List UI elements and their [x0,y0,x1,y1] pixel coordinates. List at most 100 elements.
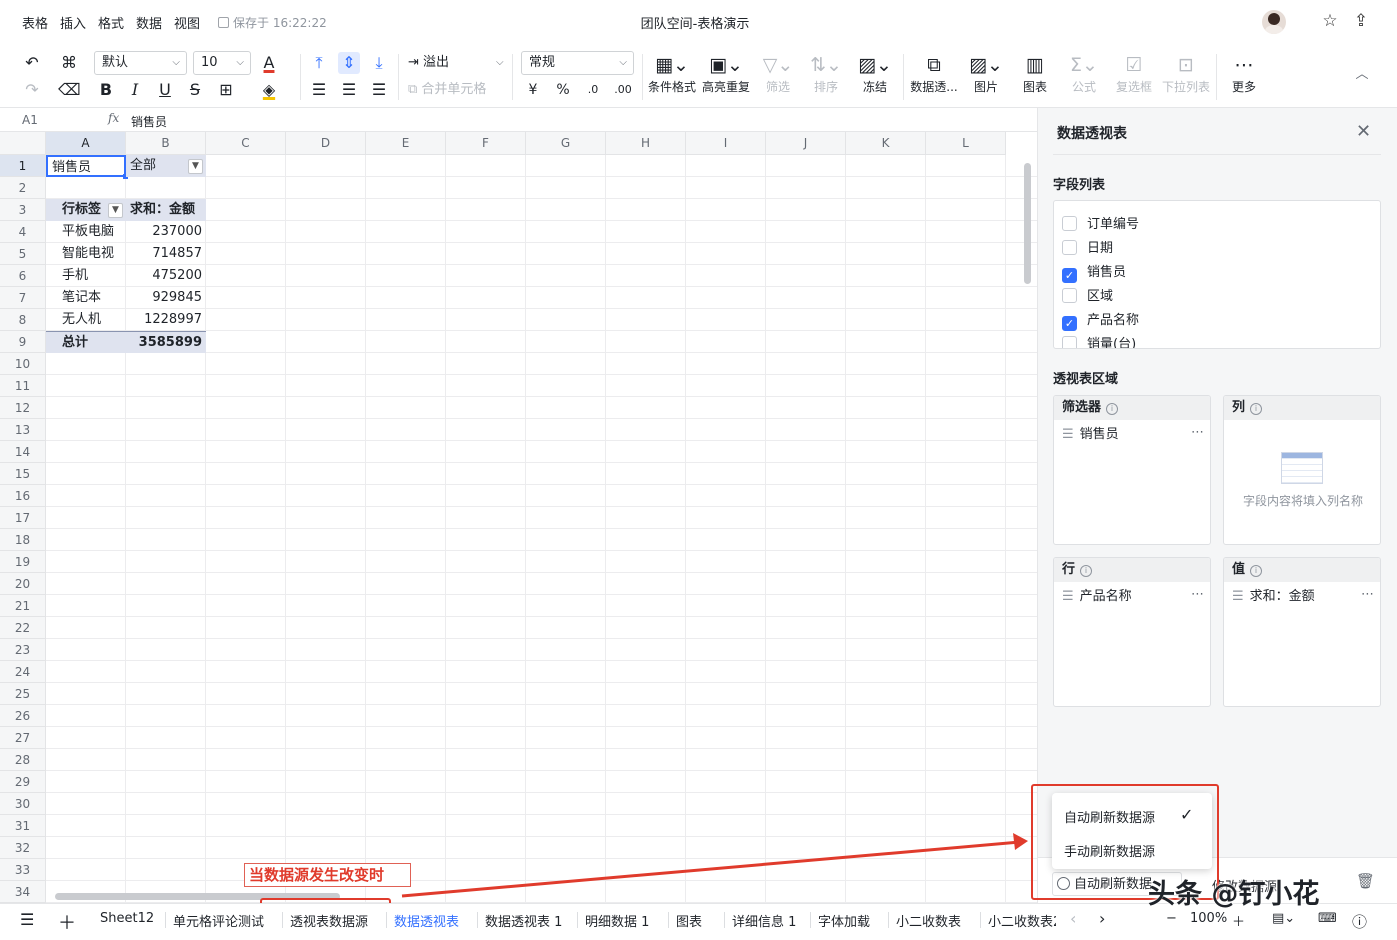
pivot-row-label[interactable]: 手机 [46,265,126,287]
cell-reference[interactable]: A1 [22,113,38,127]
row-header[interactable]: 7 [0,287,46,309]
pivot-row-label[interactable]: 智能电视 [46,243,126,265]
wrap-select[interactable]: ⇥ 溢出 [408,53,449,73]
field-item[interactable]: ✓ 产品名称 [1062,311,1139,331]
keyboard-icon[interactable]: ⌨ [1318,911,1337,926]
align-middle-icon[interactable]: ⇕ [338,52,360,74]
column-header[interactable]: E [366,132,446,155]
sheet-list-icon[interactable]: ☰ [20,910,34,929]
align-right-icon[interactable]: ☰ [368,79,390,101]
row-header[interactable]: 10 [0,353,46,375]
field-item[interactable]: 日期 [1062,239,1113,259]
sheet-tab[interactable]: 数据透视表 [394,911,459,930]
info-icon[interactable]: i [1250,565,1263,577]
row-header[interactable]: 28 [0,749,46,771]
freeze-button[interactable]: ▨⌄ 冻结 [847,52,903,96]
row-header[interactable]: 3 [0,199,46,221]
italic-icon[interactable]: I [124,79,146,101]
zoom-out-icon[interactable]: − [1166,911,1177,926]
tab-prev-icon[interactable]: ‹ [1070,909,1076,928]
more-icon[interactable]: ⋯ [1191,586,1204,604]
sheet-tab[interactable]: Sheet12 [100,911,154,926]
close-icon[interactable]: ✕ [1356,121,1371,142]
conditional-format-button[interactable]: ▦⌄ 条件格式 [644,52,700,96]
row-header[interactable]: 29 [0,771,46,793]
share-icon[interactable]: ⇪ [1351,11,1371,31]
field-checkbox[interactable] [1062,240,1077,255]
pivot-row-value[interactable]: 1228997 [126,309,206,331]
row-header[interactable]: 20 [0,573,46,595]
column-header[interactable]: I [686,132,766,155]
sheet-tab[interactable]: 单元格评论测试 [173,911,264,930]
field-item[interactable]: 区域 [1062,287,1113,307]
field-checkbox[interactable] [1062,216,1077,231]
column-header[interactable]: D [286,132,366,155]
column-header[interactable]: A [46,132,126,155]
align-top-icon[interactable]: ⤒ [308,52,330,74]
zoom-in-icon[interactable]: ＋ [1232,911,1245,930]
row-header[interactable]: 5 [0,243,46,265]
row-header[interactable]: 33 [0,859,46,881]
star-icon[interactable]: ☆ [1320,11,1340,31]
help-icon[interactable]: ⓘ [1352,911,1367,932]
select-all-corner[interactable] [0,132,46,155]
collapse-icon[interactable]: ︿ [1351,64,1373,86]
field-item[interactable]: ✓ 销售员 [1062,263,1126,283]
drag-handle-icon[interactable]: ☰ [1232,589,1244,604]
strikethrough-icon[interactable]: S [184,79,206,101]
image-button[interactable]: ▨⌄ 图片 [958,52,1014,96]
row-header[interactable]: 4 [0,221,46,243]
column-header[interactable]: L [926,132,1006,155]
sheet-tab[interactable]: 小二收数表 [896,911,961,930]
drag-handle-icon[interactable]: ☰ [1062,427,1074,442]
value-header[interactable]: 求和：金额 [126,199,206,221]
avatar[interactable] [1262,10,1286,34]
row-header[interactable]: 17 [0,507,46,529]
columns-area[interactable]: 列i 字段内容将填入列名称 [1223,395,1381,545]
field-item[interactable]: 销量(台) [1062,335,1136,348]
column-header[interactable]: C [206,132,286,155]
row-header[interactable]: 26 [0,705,46,727]
percent-icon[interactable]: % [552,79,574,101]
sheet-tab[interactable]: 数据透视表 1 [485,911,562,930]
field-item[interactable]: 订单编号 [1062,215,1139,235]
column-header[interactable]: F [446,132,526,155]
row-header[interactable]: 2 [0,177,46,199]
row-header[interactable]: 27 [0,727,46,749]
info-icon[interactable]: i [1106,403,1119,415]
fill-color-icon[interactable]: ◈ [258,79,280,101]
row-header[interactable]: 18 [0,529,46,551]
font-size-select[interactable]: 10 ⌵ [193,51,251,75]
font-color-icon[interactable]: A [258,52,280,74]
bold-icon[interactable]: B [95,79,117,101]
pivot-row-value[interactable]: 929845 [126,287,206,309]
row-header[interactable]: 11 [0,375,46,397]
undo-icon[interactable]: ↶ [21,52,43,74]
row-header[interactable]: 25 [0,683,46,705]
pivot-row-value[interactable]: 237000 [126,221,206,243]
sheet-tab[interactable]: 透视表数据源 [290,911,368,930]
rows-area[interactable]: 行i ☰ 产品名称 ⋯ [1053,557,1211,707]
currency-icon[interactable]: ¥ [522,79,544,101]
cell-a1[interactable]: 销售员 [46,155,126,177]
filter-dropdown-icon[interactable]: ▼ [188,159,203,174]
row-label-filter-icon[interactable]: ▼ [108,203,123,218]
row-header[interactable]: 22 [0,617,46,639]
tab-next-icon[interactable]: › [1099,909,1105,928]
row-header[interactable]: 34 [0,881,46,903]
drag-handle-icon[interactable]: ☰ [1062,589,1074,604]
checkbox-button[interactable]: ☑ 复选框 [1106,52,1162,96]
field-checkbox[interactable]: ✓ [1062,268,1077,283]
formula-button[interactable]: Σ⌄ 公式 [1056,52,1112,96]
align-left-icon[interactable]: ☰ [308,79,330,101]
field-checkbox[interactable] [1062,336,1077,348]
pivot-total-label[interactable]: 总计 [46,331,126,353]
view-mode-icon[interactable]: ▤⌄ [1272,911,1295,926]
vertical-scrollbar[interactable] [1024,163,1031,284]
zoom-level[interactable]: 100% [1190,911,1227,926]
row-header[interactable]: 14 [0,441,46,463]
pivot-total-value[interactable]: 3585899 [126,331,206,353]
row-header[interactable]: 15 [0,463,46,485]
formula-input[interactable]: 销售员 [131,113,167,130]
row-header[interactable]: 21 [0,595,46,617]
